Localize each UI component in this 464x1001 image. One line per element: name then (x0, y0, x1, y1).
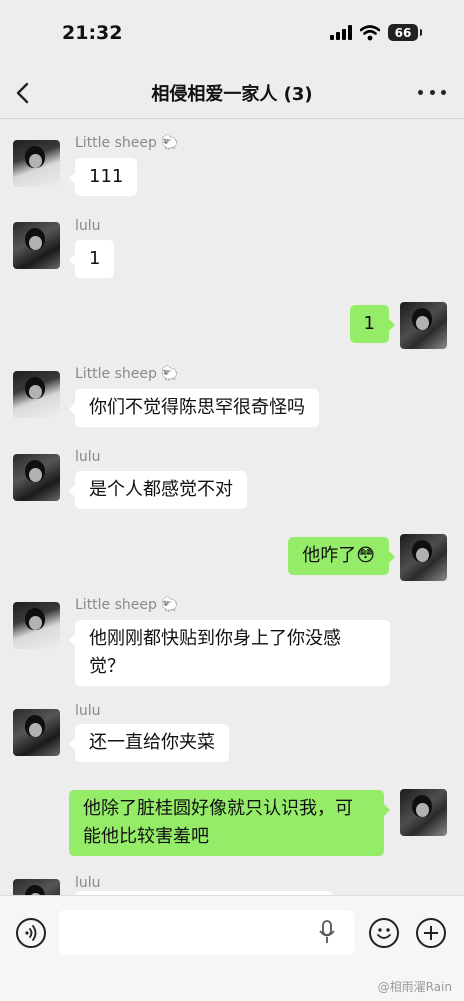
chat-title: 相侵相爱一家人 (3) (151, 84, 313, 105)
microphone-icon[interactable] (319, 920, 335, 946)
emoji-icon (377, 928, 391, 939)
watermark: @相雨濯Rain (377, 980, 452, 994)
wifi-icon (360, 24, 380, 40)
my-avatar[interactable] (400, 789, 447, 836)
plus-icon (424, 926, 438, 940)
message-bubble[interactable]: 还一直给你夹菜 (69, 724, 229, 762)
avatar[interactable] (13, 709, 60, 756)
message-list[interactable]: Little sheep 🐑 111 lulu 1 1 Little sheep… (0, 119, 464, 895)
message-bubble[interactable]: 1 (68, 240, 115, 278)
message-bubble-self[interactable]: 他咋了😳 (288, 537, 395, 575)
signal-icon (330, 25, 352, 40)
more-options-icon (418, 89, 423, 95)
avatar[interactable] (13, 879, 60, 895)
sender-name: Little sheep 🐑 (75, 597, 179, 613)
voice-input-button[interactable] (16, 918, 46, 948)
chat-header: 相侵相爱一家人 (3) (0, 70, 464, 118)
message-input[interactable] (59, 910, 354, 955)
status-bar: 21:32 66 (0, 0, 464, 70)
sender-name: lulu (75, 703, 101, 719)
message-bubble[interactable]: 111 (68, 158, 138, 196)
status-time: 21:32 (62, 22, 123, 44)
avatar[interactable] (13, 222, 60, 269)
sender-name: Little sheep 🐑 (75, 135, 179, 151)
emoji-button[interactable] (369, 918, 399, 948)
message-bubble-self[interactable]: 他除了脏桂圆好像就只认识我，可能他比较害羞吧 (69, 790, 390, 856)
sender-name: lulu (75, 218, 101, 234)
message-bubble[interactable]: 是个人都感觉不对 (69, 471, 247, 509)
battery-icon: 66 (388, 24, 422, 41)
more-options-button[interactable] (418, 80, 446, 104)
avatar[interactable] (13, 602, 60, 649)
avatar[interactable] (13, 140, 60, 187)
plus-button[interactable] (416, 918, 446, 948)
sender-name: lulu (75, 449, 101, 465)
my-avatar[interactable] (400, 302, 447, 349)
sender-name: Little sheep 🐑 (75, 366, 179, 382)
battery-level: 66 (394, 25, 412, 40)
sender-name: lulu (75, 875, 101, 891)
avatar[interactable] (13, 371, 60, 418)
avatar[interactable] (13, 454, 60, 501)
status-icons: 66 (330, 24, 422, 41)
message-bubble[interactable]: 他刚刚都快贴到你身上了你没感觉？ (69, 620, 390, 686)
my-avatar[interactable] (400, 534, 447, 581)
message-bubble[interactable]: 你们不觉得陈思罕很奇怪吗 (69, 389, 319, 427)
message-bubble-self[interactable]: 1 (349, 305, 396, 343)
voice-input-icon (25, 925, 37, 941)
